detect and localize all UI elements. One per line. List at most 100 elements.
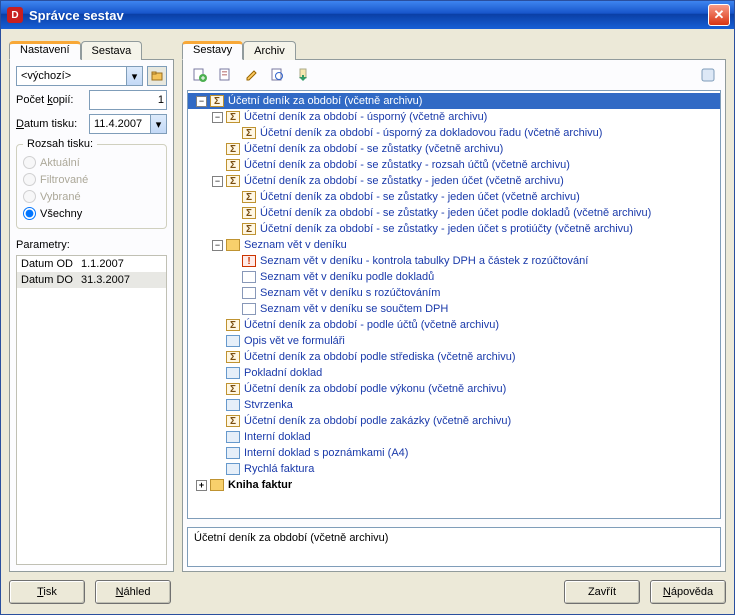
- toggle-none: [212, 352, 223, 363]
- tree-item[interactable]: Účetní deník za období - se zůstatky - j…: [188, 189, 720, 205]
- tree-item[interactable]: Účetní deník za období podle zakázky (vč…: [188, 413, 720, 429]
- tree-item[interactable]: − Účetní deník za období - úsporný (včetn…: [188, 109, 720, 125]
- toggle-none: [212, 144, 223, 155]
- tree-item[interactable]: − Účetní deník za období - se zůstatky - …: [188, 173, 720, 189]
- tree-item[interactable]: Rychlá faktura: [188, 461, 720, 477]
- sigma-icon: [226, 383, 240, 395]
- report-tree[interactable]: −Účetní deník za období (včetně archivu)…: [187, 90, 721, 519]
- param-value: 1.1.2007: [77, 256, 166, 272]
- tree-item[interactable]: !Seznam vět v deníku - kontrola tabulky …: [188, 253, 720, 269]
- tab-sestava[interactable]: Sestava: [81, 41, 143, 60]
- page-icon: [242, 287, 256, 299]
- toggle-none: [212, 320, 223, 331]
- help-small-icon[interactable]: [699, 66, 717, 84]
- tree-item[interactable]: Opis vět ve formuláři: [188, 333, 720, 349]
- sigma-icon: [226, 111, 240, 123]
- form-icon: [226, 367, 240, 379]
- tree-item-label: Interní doklad s poznámkami (A4): [244, 447, 408, 459]
- toggle-none: [212, 464, 223, 475]
- print-range-fieldset: Rozsah tisku: AktuálníFiltrovanéVybranéV…: [16, 138, 167, 229]
- collapse-icon[interactable]: −: [212, 112, 223, 123]
- param-row[interactable]: Datum DO31.3.2007: [17, 272, 166, 288]
- param-row[interactable]: Datum OD1.1.2007: [17, 256, 166, 272]
- tree-item[interactable]: Účetní deník za období - úsporný za dokl…: [188, 125, 720, 141]
- copies-input[interactable]: [89, 90, 167, 110]
- tree-item-label: Účetní deník za období - úsporný (včetně…: [244, 111, 487, 123]
- tab-archiv[interactable]: Archiv: [243, 41, 296, 60]
- props-icon[interactable]: [217, 66, 235, 84]
- toggle-none: [228, 256, 239, 267]
- tab-sestavy[interactable]: Sestavy: [182, 41, 243, 60]
- tree-item[interactable]: Pokladní doklad: [188, 365, 720, 381]
- tree-item-label: Účetní deník za období (včetně archivu): [228, 95, 422, 107]
- help-button[interactable]: Nápověda: [650, 580, 726, 604]
- params-table[interactable]: Datum OD1.1.2007Datum DO31.3.2007: [16, 255, 167, 565]
- close-button[interactable]: Zavřít: [564, 580, 640, 604]
- collapse-icon[interactable]: −: [196, 96, 207, 107]
- edit-icon[interactable]: [243, 66, 261, 84]
- tree-item[interactable]: −Seznam vět v deníku: [188, 237, 720, 253]
- print-date-label: Datum tisku:: [16, 118, 77, 130]
- folder-icon: [151, 70, 163, 82]
- chevron-down-icon[interactable]: ▾: [126, 67, 142, 85]
- radio-label: Filtrované: [40, 174, 88, 186]
- app-icon: D: [7, 7, 23, 23]
- toggle-none: [228, 224, 239, 235]
- tree-item[interactable]: Účetní deník za období - se zůstatky - j…: [188, 205, 720, 221]
- tree-item-label: Účetní deník za období - se zůstatky - j…: [260, 207, 651, 219]
- form-icon: [226, 335, 240, 347]
- tree-item[interactable]: Účetní deník za období podle výkonu (vče…: [188, 381, 720, 397]
- tree-item-label: Seznam vět v deníku s rozúčtováním: [260, 287, 440, 299]
- folder-icon: [226, 239, 240, 251]
- radio-input: [23, 156, 36, 169]
- print-range-legend: Rozsah tisku:: [23, 138, 97, 150]
- collapse-icon[interactable]: −: [212, 240, 223, 251]
- tree-item[interactable]: Účetní deník za období - se zůstatky (vč…: [188, 141, 720, 157]
- sigma-icon: [242, 127, 256, 139]
- radio-všechny[interactable]: Všechny: [23, 205, 160, 222]
- toggle-none: [212, 432, 223, 443]
- tree-item[interactable]: Seznam vět v deníku podle dokladů: [188, 269, 720, 285]
- print-button[interactable]: Tisk: [9, 580, 85, 604]
- tree-item[interactable]: − Účetní deník za období (včetně archivu): [188, 93, 720, 109]
- tree-item[interactable]: Účetní deník za období - se zůstatky - r…: [188, 157, 720, 173]
- toggle-none: [228, 208, 239, 219]
- toggle-none: [212, 400, 223, 411]
- tree-item-label: Účetní deník za období - se zůstatky (vč…: [244, 143, 503, 155]
- toggle-none: [212, 384, 223, 395]
- tree-item-label: Účetní deník za období podle výkonu (vče…: [244, 383, 506, 395]
- preview-icon[interactable]: [269, 66, 287, 84]
- tree-item-label: Účetní deník za období - se zůstatky - j…: [260, 191, 580, 203]
- tree-item[interactable]: Seznam vět v deníku s rozúčtováním: [188, 285, 720, 301]
- tree-item-label: Seznam vět v deníku - kontrola tabulky D…: [260, 255, 588, 267]
- expand-icon[interactable]: +: [196, 480, 207, 491]
- param-key: Datum OD: [17, 256, 77, 272]
- export-icon[interactable]: [295, 66, 313, 84]
- toggle-none: [228, 288, 239, 299]
- collapse-icon[interactable]: −: [212, 176, 223, 187]
- sigma-icon: [210, 95, 224, 107]
- chevron-down-icon[interactable]: ▾: [150, 115, 166, 133]
- tab-nastaveni[interactable]: Nastavení: [9, 41, 81, 60]
- preview-button[interactable]: Náhled: [95, 580, 171, 604]
- tree-item[interactable]: Seznam vět v deníku se součtem DPH: [188, 301, 720, 317]
- close-icon[interactable]: ✕: [708, 4, 730, 26]
- toggle-none: [212, 160, 223, 171]
- toolbar: [187, 64, 721, 86]
- preset-combo[interactable]: <výchozí> ▾: [16, 66, 143, 86]
- tree-item[interactable]: Účetní deník za období - podle účtů (vče…: [188, 317, 720, 333]
- tree-item-label: Účetní deník za období podle zakázky (vč…: [244, 415, 511, 427]
- tree-item[interactable]: Účetní deník za období podle střediska (…: [188, 349, 720, 365]
- tree-item[interactable]: Interní doklad s poznámkami (A4): [188, 445, 720, 461]
- tree-item[interactable]: Stvrzenka: [188, 397, 720, 413]
- sigma-icon: [226, 143, 240, 155]
- add-icon[interactable]: [191, 66, 209, 84]
- tree-item[interactable]: +Kniha faktur: [188, 477, 720, 493]
- radio-input[interactable]: [23, 207, 36, 220]
- tree-item[interactable]: Účetní deník za období - se zůstatky - j…: [188, 221, 720, 237]
- tree-item[interactable]: Interní doklad: [188, 429, 720, 445]
- tree-item-label: Účetní deník za období - podle účtů (vče…: [244, 319, 499, 331]
- tree-item-label: Účetní deník za období - se zůstatky - j…: [244, 175, 564, 187]
- print-date-input[interactable]: 11.4.2007 ▾: [89, 114, 167, 134]
- preset-browse-button[interactable]: [147, 66, 167, 86]
